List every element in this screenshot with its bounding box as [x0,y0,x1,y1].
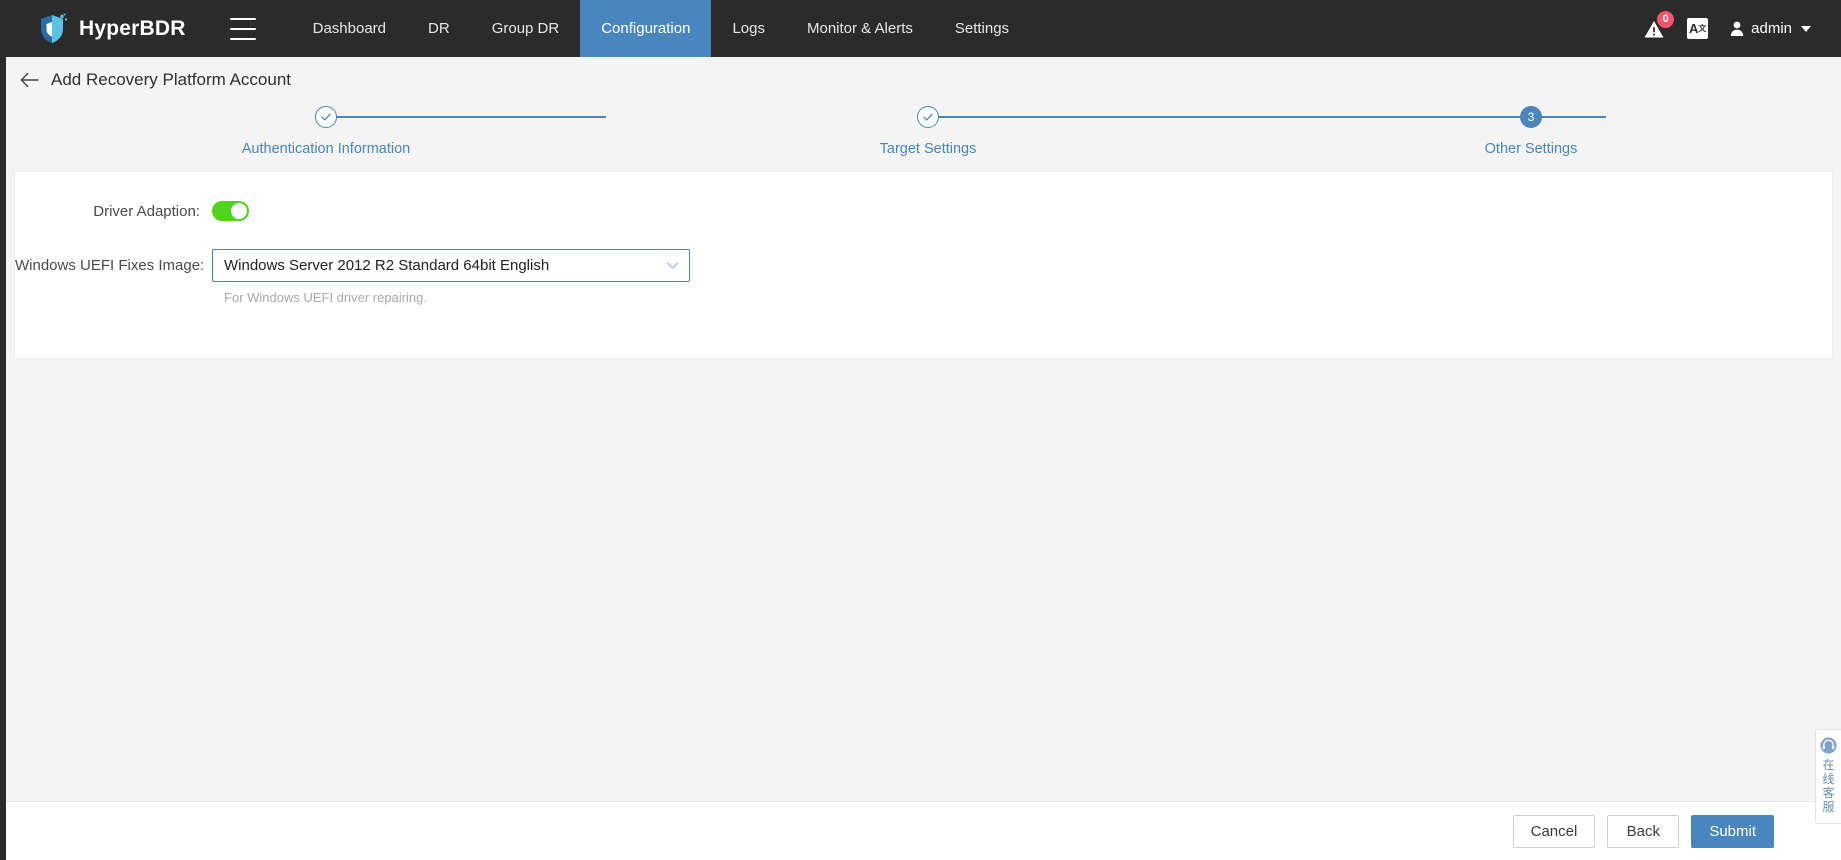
user-avatar-icon [1730,21,1744,36]
stepper-connector-2 [926,116,1606,118]
submit-button[interactable]: Submit [1691,814,1774,848]
nav-tabs: Dashboard DR Group DR Configuration Logs… [292,0,1030,57]
online-support-widget[interactable]: 在 线 客 服 [1815,729,1841,824]
toggle-knob [231,203,247,219]
nav-tab-configuration[interactable]: Configuration [580,0,712,57]
check-icon [923,113,933,121]
uefi-image-select[interactable]: Windows Server 2012 R2 Standard 64bit En… [212,249,690,282]
driver-adaption-label: Driver Adaption: [93,202,200,220]
alerts-button[interactable]: 0 [1643,10,1675,40]
page-header: Add Recovery Platform Account [6,57,1841,102]
nav-tab-label: Configuration [601,20,691,37]
stepper-node-2 [917,106,939,128]
stepper-step-authentication-information[interactable]: Authentication Information [206,106,446,157]
support-char-2: 线 [1822,772,1835,786]
stepper-node-1 [315,106,337,128]
uefi-image-row: Windows UEFI Fixes Image: Windows Server… [15,249,1832,282]
stepper-label-3: Other Settings [1484,141,1578,157]
online-support-label: 在 线 客 服 [1822,758,1834,814]
uefi-image-selected-value: Windows Server 2012 R2 Standard 64bit En… [224,257,550,274]
nav-tab-label: Group DR [491,20,560,37]
nav-tab-group-dr[interactable]: Group DR [471,0,581,57]
support-char-1: 在 [1822,758,1835,772]
uefi-image-helper-text: For Windows UEFI driver repairing. [224,290,427,305]
nav-tab-label: Dashboard [312,20,387,37]
nav-tab-monitor-alerts[interactable]: Monitor & Alerts [786,0,934,57]
app-root: HyperBDR Dashboard DR Group DR Configura… [0,0,1841,860]
brand[interactable]: HyperBDR [0,0,186,57]
nav-tab-logs[interactable]: Logs [711,0,786,57]
settings-form-card: Driver Adaption: Windows UEFI Fixes Imag… [14,171,1833,359]
stepper-step-target-settings[interactable]: Target Settings [808,106,1048,157]
brand-name: HyperBDR [79,16,186,40]
language-switch-icon[interactable]: A文 [1687,18,1709,39]
alerts-badge: 0 [1657,10,1675,28]
nav-tab-label: Settings [954,20,1010,37]
language-icon-letter: A [1688,21,1699,36]
nav-tab-dr[interactable]: DR [407,0,471,57]
hamburger-icon[interactable] [229,17,256,40]
arrow-left-icon[interactable] [20,72,39,88]
chevron-down-icon [666,262,679,269]
stepper-label-1: Authentication Information [241,141,411,157]
nav-tab-label: Monitor & Alerts [806,20,913,37]
stepper-label-2: Target Settings [879,141,977,157]
top-navbar: HyperBDR Dashboard DR Group DR Configura… [0,0,1841,57]
stepper-step-other-settings[interactable]: 3 Other Settings [1411,106,1651,157]
headset-icon [1820,737,1837,754]
form-action-bar: Cancel Back Submit [6,801,1841,860]
check-icon [321,113,331,121]
hyperbdr-shield-logo [41,13,68,43]
navbar-right-actions: 0 A文 admin [1643,0,1841,57]
nav-tab-label: Logs [732,20,765,37]
support-char-4: 服 [1822,800,1835,814]
user-name: admin [1751,20,1792,37]
stepper-connector-1 [326,116,606,118]
driver-adaption-row: Driver Adaption: [15,201,1832,221]
nav-tab-settings[interactable]: Settings [934,0,1030,57]
nav-tab-dashboard[interactable]: Dashboard [292,0,407,57]
uefi-image-label: Windows UEFI Fixes Image: [15,257,205,274]
chevron-down-icon [1801,25,1811,32]
language-icon-cjk: 文 [1698,23,1707,33]
page-title: Add Recovery Platform Account [51,69,292,89]
cancel-button[interactable]: Cancel [1512,814,1596,848]
user-menu[interactable]: admin [1730,20,1811,37]
nav-tab-label: DR [428,20,450,37]
stepper-node-3: 3 [1520,106,1542,128]
wizard-stepper: Authentication Information Target Settin… [6,106,1841,168]
page-body: Add Recovery Platform Account Authentica… [6,57,1841,860]
back-button[interactable]: Back [1607,814,1680,848]
support-char-3: 客 [1822,786,1835,800]
driver-adaption-toggle[interactable] [212,201,249,221]
